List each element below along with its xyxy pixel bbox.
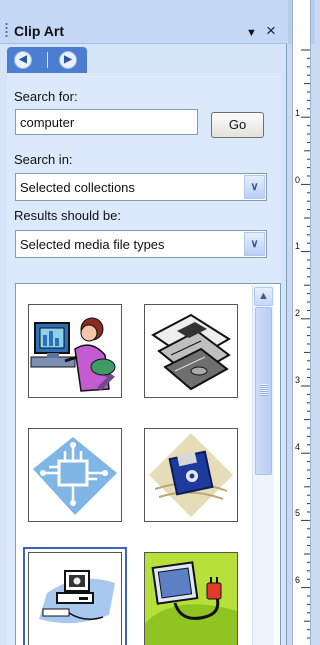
clip-thumbnail-plug-and-computer[interactable] bbox=[144, 552, 238, 645]
ruler-number: 6 bbox=[295, 575, 301, 585]
drag-grip-icon[interactable] bbox=[5, 22, 8, 39]
scroll-up-arrow-icon[interactable]: ▲ bbox=[254, 287, 273, 306]
search-in-label: Search in: bbox=[14, 152, 73, 167]
ruler-number: 5 bbox=[295, 508, 301, 518]
clip-thumbnail-circuit-board[interactable] bbox=[28, 428, 122, 522]
results-list bbox=[15, 283, 281, 645]
woman-at-computer-icon bbox=[30, 317, 116, 392]
clip-thumbnail-computer-hardware[interactable] bbox=[23, 547, 127, 645]
scrollbar-thumb[interactable] bbox=[255, 307, 272, 475]
search-for-label: Search for: bbox=[14, 89, 78, 104]
ruler-number: 2 bbox=[295, 308, 301, 318]
forward-arrow-icon[interactable]: ▶ bbox=[59, 51, 77, 69]
pane-title: Clip Art bbox=[14, 23, 65, 39]
ruler-ticks bbox=[301, 49, 310, 639]
dropdown-arrow-icon[interactable]: ▼ bbox=[246, 27, 257, 39]
results-type-value: Selected media file types bbox=[20, 237, 165, 252]
clip-thumbnail-floppy-disk[interactable] bbox=[144, 428, 238, 522]
close-icon[interactable]: × bbox=[266, 22, 276, 39]
scroll-grip-icon bbox=[260, 384, 268, 396]
ruler-number: 3 bbox=[295, 375, 301, 385]
ruler-number: 0 bbox=[295, 175, 301, 185]
ruler-strip bbox=[292, 0, 311, 645]
results-should-be-label: Results should be: bbox=[14, 208, 121, 223]
floppy-disks-icon bbox=[151, 313, 231, 391]
search-input[interactable] bbox=[15, 109, 198, 135]
clip-thumbnail-floppy-disks[interactable] bbox=[144, 304, 238, 398]
back-arrow-icon[interactable]: ◀ bbox=[14, 51, 32, 69]
clip-thumbnail-woman-at-computer[interactable] bbox=[28, 304, 122, 398]
results-type-select[interactable]: Selected media file types ∨ bbox=[15, 230, 267, 258]
ruler-number: 1 bbox=[295, 241, 301, 251]
circuit-board-icon bbox=[33, 437, 117, 515]
clip-art-task-pane: Clip Art ▼ × ◀ ▶ Search for: Go Search i… bbox=[0, 0, 287, 645]
search-in-value: Selected collections bbox=[20, 180, 135, 195]
ruler-number: 1 bbox=[295, 108, 301, 118]
ruler-number: 4 bbox=[295, 442, 301, 452]
computer-hardware-icon bbox=[39, 570, 115, 624]
nav-separator bbox=[47, 52, 48, 68]
chevron-down-icon[interactable]: ∨ bbox=[244, 175, 265, 199]
task-pane-title-bar[interactable]: Clip Art ▼ × bbox=[0, 0, 287, 44]
plug-and-computer-icon bbox=[145, 553, 237, 645]
go-button[interactable]: Go bbox=[211, 112, 264, 138]
floppy-disk-icon bbox=[149, 433, 233, 517]
vertical-ruler: 1 0 1 2 3 4 5 6 bbox=[288, 0, 315, 645]
search-in-select[interactable]: Selected collections ∨ bbox=[15, 173, 267, 201]
navigation-bar: ◀ ▶ bbox=[7, 47, 87, 73]
chevron-down-icon[interactable]: ∨ bbox=[244, 232, 265, 256]
results-scrollbar[interactable]: ▲ bbox=[252, 285, 274, 645]
